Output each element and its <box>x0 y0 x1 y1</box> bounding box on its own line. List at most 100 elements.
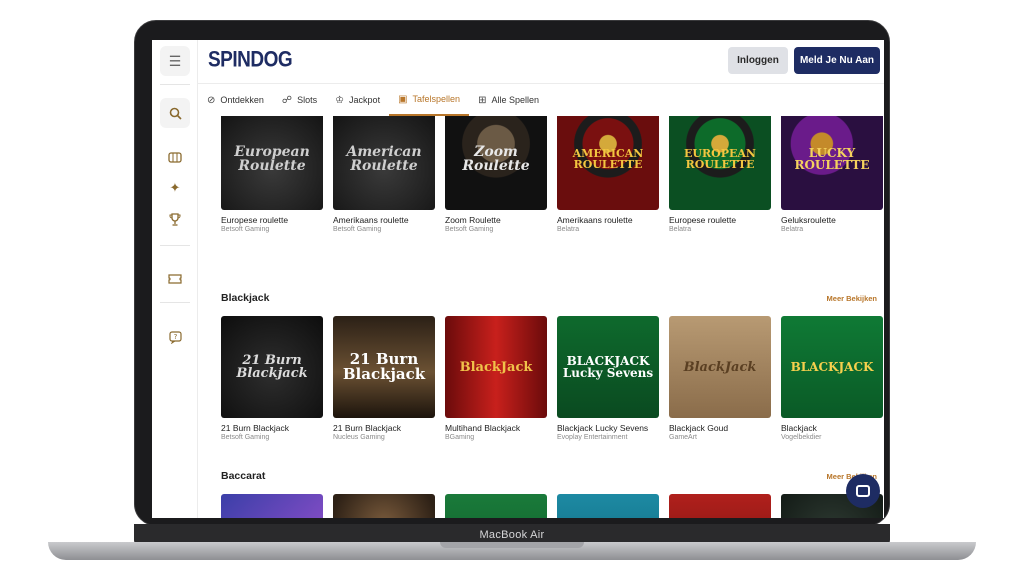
game-thumbnail[interactable]: European Roulette <box>221 116 323 210</box>
game-name: 21 Burn Blackjack <box>333 423 402 433</box>
game-provider: Belatra <box>669 226 692 233</box>
svg-text:?: ? <box>173 333 177 341</box>
game-art-title: BLACKJACK <box>790 360 874 374</box>
game-name: Blackjack Goud <box>669 423 729 433</box>
tab-alle-spellen[interactable]: ⊞ Alle Spellen <box>469 84 548 116</box>
category-nav: ⊘ Ontdekken ☍ Slots ♔ Jackpot ▣ Tafelspellen ⊞ Al… <box>198 84 884 116</box>
game-card[interactable]: EUROPEAN ROULETTE Europese roulette Belatr… <box>669 116 771 233</box>
game-thumbnail[interactable] <box>333 494 435 518</box>
trophy-icon[interactable] <box>160 204 190 234</box>
section-title: Baccarat <box>221 470 266 482</box>
section-title: Blackjack <box>221 292 270 304</box>
brand-logo[interactable]: SPINDOG <box>208 48 293 73</box>
left-rail: ☰ ✦ ? <box>152 40 198 518</box>
game-thumbnail[interactable] <box>221 494 323 518</box>
game-card[interactable]: Baccarat <box>557 494 659 518</box>
device-label: MacBook Air <box>479 529 545 541</box>
game-art-title: American Roulette <box>346 144 422 174</box>
game-provider: Betsoft Gaming <box>221 434 270 441</box>
game-thumbnail[interactable]: BlackJack <box>445 316 547 418</box>
game-art-title: BlackJack <box>683 359 757 375</box>
game-card[interactable]: BlackJack Blackjack Goud GameArt <box>669 316 771 441</box>
game-thumbnail[interactable]: Zoom Roulette <box>445 116 547 210</box>
slot-machine-icon[interactable] <box>160 142 190 172</box>
game-thumbnail[interactable]: EUROPEAN ROULETTE <box>669 116 771 210</box>
rail-divider <box>160 245 190 246</box>
login-button[interactable]: Inloggen <box>728 47 788 74</box>
game-art-title: European Roulette <box>234 144 310 174</box>
game-thumbnail[interactable]: BLACKJACK <box>781 316 883 418</box>
game-thumbnail[interactable]: BLACKJACK Lucky Sevens <box>557 316 659 418</box>
game-thumbnail[interactable]: Baccarat <box>557 494 659 518</box>
game-card[interactable]: Zoom Roulette Zoom Roulette Betsoft Gaming <box>445 116 547 233</box>
game-name: 21 Burn Blackjack <box>221 423 290 433</box>
game-name: Zoom Roulette <box>445 215 501 225</box>
tab-label: Tafelspellen <box>412 94 461 104</box>
game-thumbnail[interactable]: BACCARAT <box>669 494 771 518</box>
game-thumbnail[interactable]: BlackJack <box>669 316 771 418</box>
cherries-icon: ☍ <box>281 94 293 106</box>
game-card[interactable]: BlackJack Multihand Blackjack BGaming <box>445 316 547 441</box>
game-card[interactable]: 21 Burn Blackjack 21 Burn Blackjack Betsof… <box>221 316 323 441</box>
tab-ontdekken[interactable]: ⊘ Ontdekken <box>198 84 273 116</box>
game-card[interactable] <box>333 494 435 518</box>
signup-button[interactable]: Meld Je Nu Aan <box>794 47 880 74</box>
game-card[interactable]: European Roulette Europese roulette Betsof… <box>221 116 323 233</box>
game-provider: Betsoft Gaming <box>333 226 382 233</box>
tab-label: Ontdekken <box>220 95 264 105</box>
game-card[interactable]: BACCARAT <box>669 494 771 518</box>
game-thumbnail[interactable]: LUCKY ROULETTE <box>781 116 883 210</box>
game-card[interactable]: American Roulette Amerikaans roulette Bets… <box>333 116 435 233</box>
game-name: Geluksroulette <box>781 215 836 225</box>
game-art-title: BlackJack <box>459 359 533 375</box>
tab-jackpot[interactable]: ♔ Jackpot <box>326 84 389 116</box>
game-art-title: 21 Burn Blackjack <box>342 350 426 383</box>
game-provider: Betsoft Gaming <box>445 226 494 233</box>
chat-button[interactable] <box>846 474 880 508</box>
game-thumbnail[interactable] <box>445 494 547 518</box>
chat-icon <box>856 485 870 497</box>
game-name: Amerikaans roulette <box>557 215 633 225</box>
game-provider: Belatra <box>557 226 580 233</box>
game-card[interactable]: BLACKJACK Lucky Sevens Blackjack Lucky Se… <box>557 316 659 441</box>
game-art-title: EUROPEAN ROULETTE <box>684 147 756 171</box>
game-provider: Evoplay Entertainment <box>557 434 628 441</box>
game-name: Europese roulette <box>669 215 737 225</box>
menu-icon[interactable]: ☰ <box>160 46 190 76</box>
ticket-icon[interactable] <box>160 264 190 294</box>
game-card[interactable] <box>445 494 547 518</box>
tab-label: Slots <box>297 95 318 105</box>
tab-slots[interactable]: ☍ Slots <box>273 84 326 116</box>
tab-tafelspellen[interactable]: ▣ Tafelspellen <box>389 84 470 116</box>
game-art-title: AMERICAN ROULETTE <box>572 147 644 171</box>
game-art-title: LUCKY ROULETTE <box>794 146 870 172</box>
game-thumbnail[interactable]: 21 Burn Blackjack <box>333 316 435 418</box>
table-icon: ▣ <box>398 93 408 105</box>
game-art-title: 21 Burn Blackjack <box>236 353 308 381</box>
game-thumbnail[interactable]: American Roulette <box>333 116 435 210</box>
game-thumbnail[interactable]: 21 Burn Blackjack <box>221 316 323 418</box>
see-more-link[interactable]: Meer Bekijken <box>827 294 877 303</box>
game-card[interactable] <box>221 494 323 518</box>
game-card[interactable]: LUCKY ROULETTE Geluksroulette Belatra <box>781 116 883 233</box>
search-icon[interactable] <box>160 98 190 128</box>
game-card[interactable]: 21 Burn Blackjack 21 Burn Blackjack Nucleu… <box>333 316 435 441</box>
game-name: Blackjack <box>781 423 817 433</box>
game-name: Europese roulette <box>221 215 289 225</box>
top-header: SPINDOG Inloggen Meld Je Nu Aan <box>198 40 884 84</box>
game-card[interactable]: BLACKJACK Blackjack Vogelbekdier <box>781 316 883 441</box>
game-provider: Belatra <box>781 226 804 233</box>
game-card[interactable]: AMERICAN ROULETTE Amerikaans roulette Bela… <box>557 116 659 233</box>
sparkle-icon[interactable]: ✦ <box>160 173 190 203</box>
screen: ☰ ✦ ? SPINDOG Inloggen Meld Je Nu Aan ⊘ … <box>152 40 884 518</box>
grid-icon: ⊞ <box>478 94 487 106</box>
game-provider: BGaming <box>445 434 475 441</box>
game-provider: GameArt <box>669 434 698 441</box>
game-art-title: BLACKJACK Lucky Sevens <box>562 354 654 380</box>
laptop-notch <box>440 542 584 548</box>
crown-icon: ♔ <box>335 94 345 106</box>
help-icon[interactable]: ? <box>160 322 190 352</box>
stage: MacBook Air ☰ ✦ ? SPINDOG Inloggen Meld … <box>0 0 1024 576</box>
compass-icon: ⊘ <box>207 94 216 106</box>
game-thumbnail[interactable]: AMERICAN ROULETTE <box>557 116 659 210</box>
